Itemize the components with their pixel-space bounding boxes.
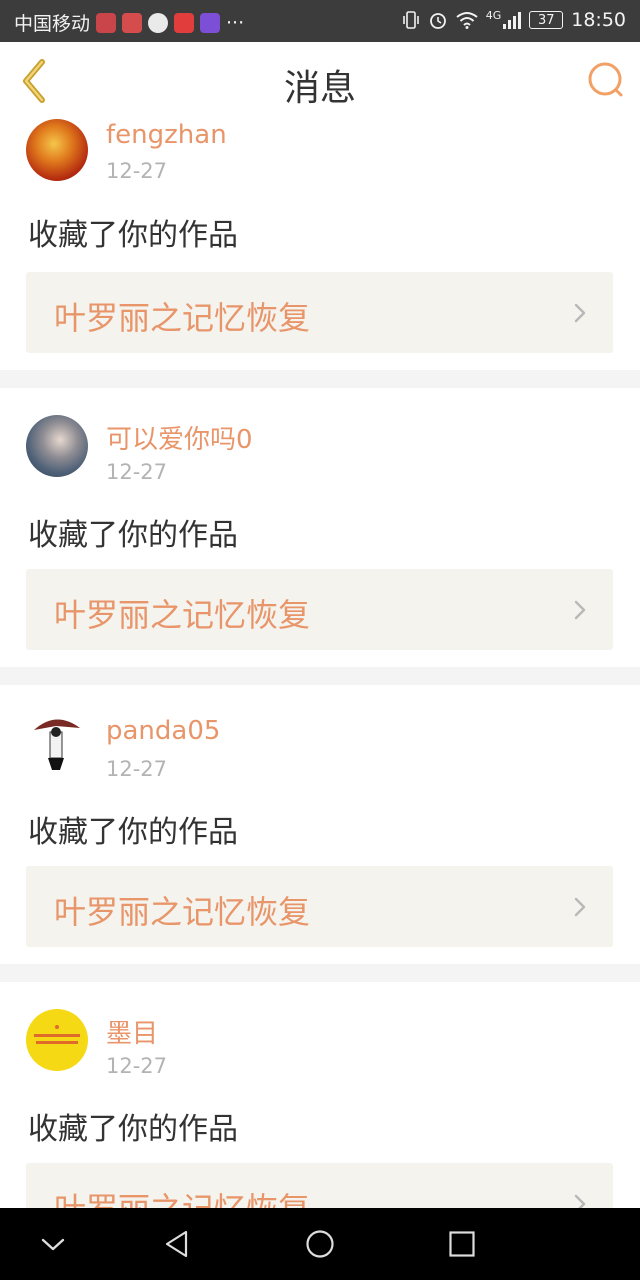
username[interactable]: 墨目	[106, 1013, 158, 1050]
search-icon[interactable]	[586, 60, 626, 100]
collapse-icon[interactable]	[38, 1229, 68, 1259]
message-date: 12-27	[106, 1054, 168, 1078]
status-bar: 中国移动 ··· 4G 37 18:50	[0, 0, 640, 42]
chevron-right-icon	[574, 303, 586, 323]
page-title: 消息	[283, 68, 356, 109]
work-link[interactable]: 叶罗丽之记忆恢复	[26, 569, 613, 650]
chevron-right-icon	[574, 600, 586, 620]
message-action: 收藏了你的作品	[28, 518, 238, 553]
section-divider	[0, 667, 640, 685]
alarm-icon	[429, 13, 446, 29]
work-title: 叶罗丽之记忆恢复	[54, 596, 311, 634]
work-link[interactable]: 叶罗丽之记忆恢复	[26, 866, 613, 947]
avatar-logo-icon	[34, 1025, 80, 1044]
list-item: 可以爱你吗0 12-27 收藏了你的作品 叶罗丽之记忆恢复	[0, 388, 640, 668]
section-divider	[0, 370, 640, 388]
signal-icon	[503, 11, 522, 29]
avatar[interactable]	[26, 1009, 88, 1071]
avatar-illustration	[34, 719, 80, 770]
battery-level: 37	[537, 12, 555, 28]
message-action: 收藏了你的作品	[28, 1112, 238, 1147]
chat-bubble-icon	[148, 12, 169, 33]
username[interactable]: panda05	[106, 716, 220, 746]
avatar[interactable]	[26, 119, 88, 181]
wifi-icon	[456, 12, 478, 29]
more-notifications-icon: ···	[226, 11, 245, 34]
section-divider	[0, 964, 640, 982]
toutiao-icon	[174, 12, 195, 33]
book-app-icon	[122, 12, 143, 33]
message-date: 12-27	[106, 159, 168, 183]
message-action: 收藏了你的作品	[28, 815, 238, 850]
back-triangle-icon[interactable]	[162, 1229, 192, 1259]
navigation-bar	[0, 1208, 640, 1280]
username[interactable]: 可以爱你吗0	[106, 419, 253, 456]
username[interactable]: fengzhan	[106, 120, 227, 150]
work-link[interactable]: 叶罗丽之记忆恢复	[26, 1163, 613, 1208]
list-item: panda05 12-27 收藏了你的作品 叶罗丽之记忆恢复	[0, 685, 640, 965]
work-title: 叶罗丽之记忆恢复	[54, 299, 311, 337]
home-circle-icon[interactable]	[305, 1229, 335, 1259]
work-title: 叶罗丽之记忆恢复	[54, 1184, 310, 1208]
network-type-label: 4G	[485, 9, 502, 22]
message-list[interactable]: fengzhan 12-27 收藏了你的作品 叶罗丽之记忆恢复 可以爱你吗0 1…	[0, 119, 640, 1208]
chevron-right-icon	[574, 897, 586, 917]
list-item: 墨目 12-27 收藏了你的作品 叶罗丽之记忆恢复	[0, 982, 640, 1208]
carrier-label: 中国移动	[14, 13, 91, 35]
huawei-icon	[96, 12, 117, 33]
message-action: 收藏了你的作品	[28, 218, 238, 253]
message-date: 12-27	[106, 757, 168, 781]
recents-square-icon[interactable]	[447, 1229, 477, 1259]
message-date: 12-27	[106, 460, 168, 484]
list-item: fengzhan 12-27 收藏了你的作品 叶罗丽之记忆恢复	[0, 119, 640, 377]
vibrate-icon	[402, 11, 419, 29]
video-app-icon	[200, 12, 221, 33]
avatar[interactable]	[26, 415, 88, 477]
chevron-right-icon	[574, 1194, 586, 1208]
battery-icon: 37	[529, 11, 564, 29]
work-link[interactable]: 叶罗丽之记忆恢复	[26, 272, 613, 353]
clock: 18:50	[571, 9, 626, 31]
header-bar: 消息	[0, 42, 640, 120]
avatar[interactable]	[26, 712, 88, 774]
work-title: 叶罗丽之记忆恢复	[54, 893, 311, 931]
